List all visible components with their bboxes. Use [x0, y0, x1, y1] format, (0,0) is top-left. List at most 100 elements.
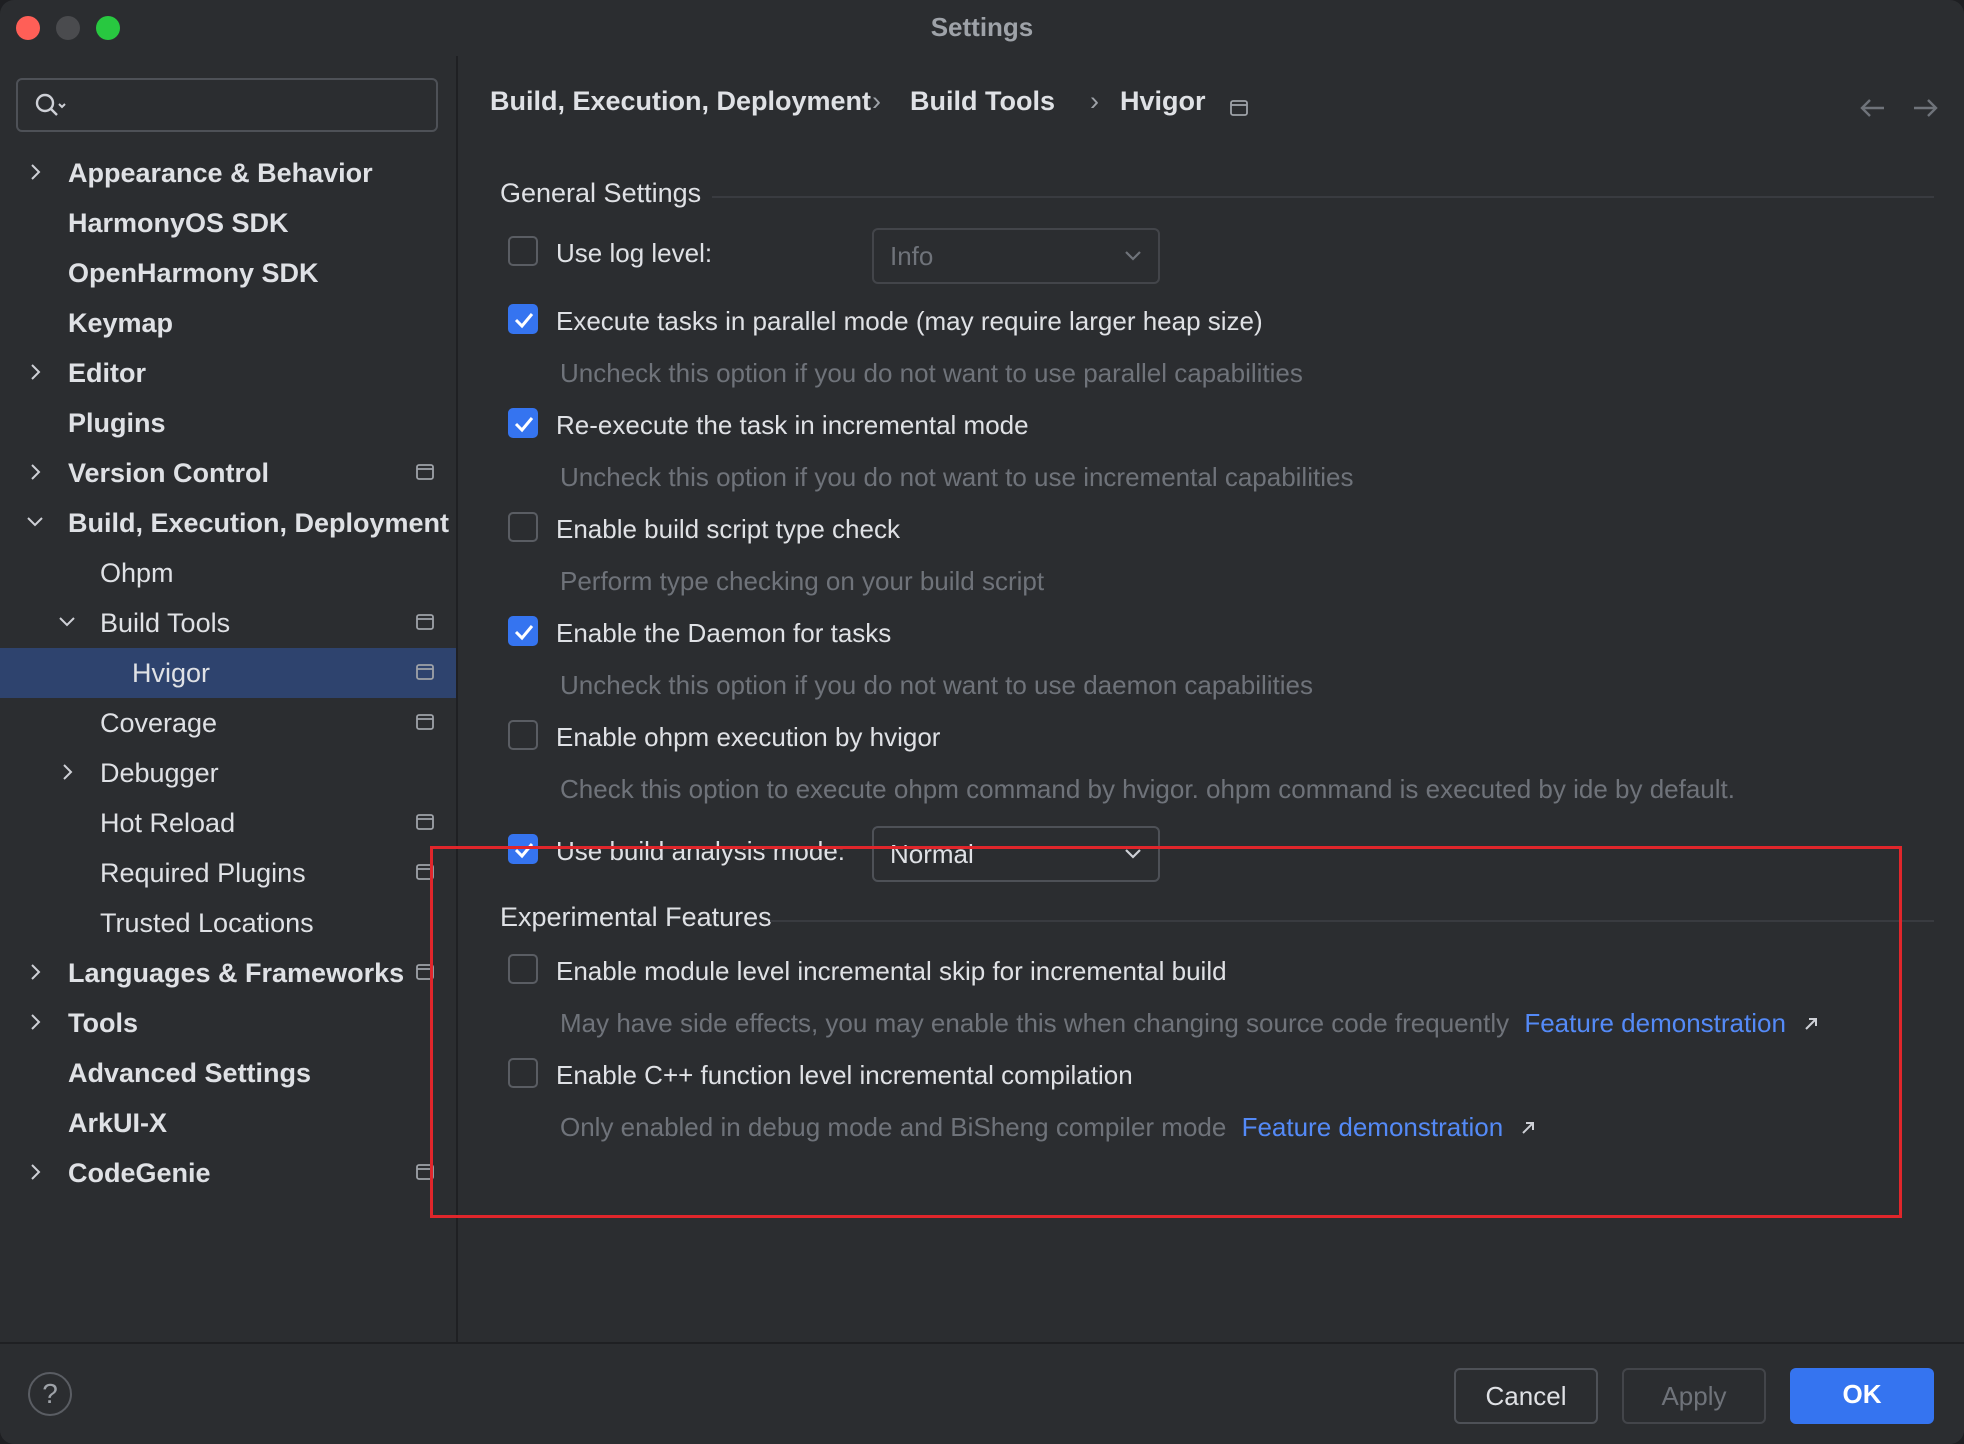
sidebar-item-trusted-locations[interactable]: Trusted Locations	[0, 898, 456, 948]
arrow-right-icon[interactable]	[1910, 96, 1940, 120]
sidebar-item-debugger[interactable]: Debugger	[0, 748, 456, 798]
sidebar-item-harmonyos-sdk[interactable]: HarmonyOS SDK	[0, 198, 456, 248]
sidebar-item-plugins[interactable]: Plugins	[0, 398, 456, 448]
sidebar-item-label: Version Control	[68, 458, 270, 488]
checkmark-icon	[514, 625, 534, 641]
checkmark-icon	[514, 417, 534, 433]
type-check-label: Enable build script type check	[556, 514, 900, 544]
sidebar-item-build-tools[interactable]: Build Tools	[0, 598, 456, 648]
sidebar-item-label: Hot Reload	[100, 808, 236, 838]
daemon-checkbox[interactable]	[508, 616, 538, 646]
arrow-left-icon[interactable]	[1858, 96, 1888, 120]
breadcrumb-item: Hvigor	[1120, 86, 1206, 116]
external-link-icon[interactable]	[1803, 1016, 1819, 1032]
search-icon	[35, 93, 66, 116]
cpp-incremental-label: Enable C++ function level incremental co…	[556, 1060, 1133, 1090]
chevron-down-icon[interactable]	[56, 611, 78, 633]
sidebar-item-codegenie[interactable]: CodeGenie	[0, 1148, 456, 1198]
sidebar-item-hot-reload[interactable]: Hot Reload	[0, 798, 456, 848]
sidebar-item-openharmony-sdk[interactable]: OpenHarmony SDK	[0, 248, 456, 298]
apply-button[interactable]: Apply	[1622, 1368, 1766, 1424]
analysis-mode-checkbox[interactable]	[508, 834, 538, 864]
log-level-checkbox[interactable]	[508, 236, 538, 266]
module-skip-checkbox[interactable]	[508, 954, 538, 984]
external-link-icon[interactable]	[1520, 1120, 1536, 1136]
chevron-down-icon	[1125, 849, 1141, 859]
type-check-checkbox[interactable]	[508, 512, 538, 542]
chevron-right-icon[interactable]	[24, 961, 46, 983]
project-scope-icon	[416, 464, 434, 480]
ohpm-hint: Check this option to execute ohpm comman…	[560, 774, 1735, 804]
section-divider	[770, 920, 1934, 922]
feature-demo-link[interactable]: Feature demonstration	[1524, 1008, 1786, 1038]
module-skip-hint-text: May have side effects, you may enable th…	[560, 1008, 1510, 1038]
analysis-mode-value: Normal	[890, 839, 974, 869]
sidebar-item-tools[interactable]: Tools	[0, 998, 456, 1048]
log-level-select[interactable]: Info	[872, 228, 1160, 284]
chevron-down-icon[interactable]	[24, 511, 46, 533]
sidebar-item-appearance-behavior[interactable]: Appearance & Behavior	[0, 148, 456, 198]
ohpm-checkbox[interactable]	[508, 720, 538, 750]
sidebar-item-label: Tools	[68, 1008, 138, 1038]
project-scope-icon	[416, 864, 434, 880]
section-title-general: General Settings	[500, 178, 702, 208]
analysis-mode-select[interactable]: Normal	[872, 826, 1160, 882]
sidebar-item-coverage[interactable]: Coverage	[0, 698, 456, 748]
analysis-mode-label: Use build analysis mode:	[556, 836, 846, 866]
sidebar-item-version-control[interactable]: Version Control	[0, 448, 456, 498]
chevron-right-icon[interactable]	[24, 1161, 46, 1183]
chevron-right-icon[interactable]	[56, 761, 78, 783]
breadcrumb-item[interactable]: Build, Execution, Deployment	[490, 86, 871, 117]
settings-sidebar: Appearance & Behavior HarmonyOS SDK OpenHa…	[0, 56, 458, 1344]
type-check-hint: Perform type checking on your build scri…	[560, 566, 1045, 596]
sidebar-item-label: HarmonyOS SDK	[68, 208, 289, 238]
sidebar-item-label: Keymap	[68, 308, 174, 338]
chevron-right-icon[interactable]	[24, 461, 46, 483]
sidebar-item-ohpm[interactable]: Ohpm	[0, 548, 456, 598]
checkmark-icon	[514, 843, 534, 859]
parallel-mode-label: Execute tasks in parallel mode (may requ…	[556, 306, 1263, 336]
incremental-mode-hint: Uncheck this option if you do not want t…	[560, 462, 1354, 492]
module-skip-label: Enable module level incremental skip for…	[556, 956, 1227, 986]
project-scope-icon	[416, 714, 434, 730]
sidebar-item-label: CodeGenie	[68, 1158, 211, 1188]
incremental-mode-checkbox[interactable]	[508, 408, 538, 438]
parallel-mode-hint: Uncheck this option if you do not want t…	[560, 358, 1303, 388]
sidebar-item-label: Coverage	[100, 708, 218, 738]
ok-button[interactable]: OK	[1790, 1368, 1934, 1424]
search-input[interactable]	[16, 78, 438, 132]
ohpm-label: Enable ohpm execution by hvigor	[556, 722, 941, 752]
sidebar-item-advanced-settings[interactable]: Advanced Settings	[0, 1048, 456, 1098]
feature-demo-link[interactable]: Feature demonstration	[1242, 1112, 1504, 1142]
project-scope-icon	[416, 1164, 434, 1180]
cancel-button[interactable]: Cancel	[1454, 1368, 1598, 1424]
sidebar-item-build-execution-deployment[interactable]: Build, Execution, Deployment	[0, 498, 456, 548]
log-level-label: Use log level:	[556, 238, 713, 268]
sidebar-item-label: Editor	[68, 358, 146, 388]
sidebar-item-label: Build, Execution, Deployment	[68, 508, 450, 538]
sidebar-item-label: Ohpm	[100, 558, 174, 588]
daemon-hint: Uncheck this option if you do not want t…	[560, 670, 1314, 700]
project-scope-icon	[416, 614, 434, 630]
parallel-mode-checkbox[interactable]	[508, 304, 538, 334]
sidebar-item-label: Build Tools	[100, 608, 231, 638]
sidebar-item-label: ArkUI-X	[68, 1108, 168, 1138]
breadcrumb-separator: ›	[1090, 86, 1099, 116]
project-scope-icon	[416, 814, 434, 830]
chevron-right-icon[interactable]	[24, 1011, 46, 1033]
sidebar-item-required-plugins[interactable]: Required Plugins	[0, 848, 456, 898]
sidebar-item-label: Required Plugins	[100, 858, 306, 888]
sidebar-item-hvigor[interactable]: Hvigor	[0, 648, 456, 698]
breadcrumb-item[interactable]: Build Tools	[910, 86, 1055, 117]
cpp-incremental-checkbox[interactable]	[508, 1058, 538, 1088]
chevron-right-icon[interactable]	[24, 361, 46, 383]
project-scope-icon	[416, 964, 434, 980]
chevron-right-icon[interactable]	[24, 161, 46, 183]
sidebar-item-keymap[interactable]: Keymap	[0, 298, 456, 348]
project-scope-icon	[1230, 100, 1248, 116]
sidebar-item-arkui-x[interactable]: ArkUI-X	[0, 1098, 456, 1148]
help-button[interactable]: ?	[28, 1372, 72, 1416]
sidebar-item-languages-frameworks[interactable]: Languages & Frameworks	[0, 948, 456, 998]
sidebar-item-editor[interactable]: Editor	[0, 348, 456, 398]
sidebar-item-label: Advanced Settings	[68, 1058, 312, 1088]
